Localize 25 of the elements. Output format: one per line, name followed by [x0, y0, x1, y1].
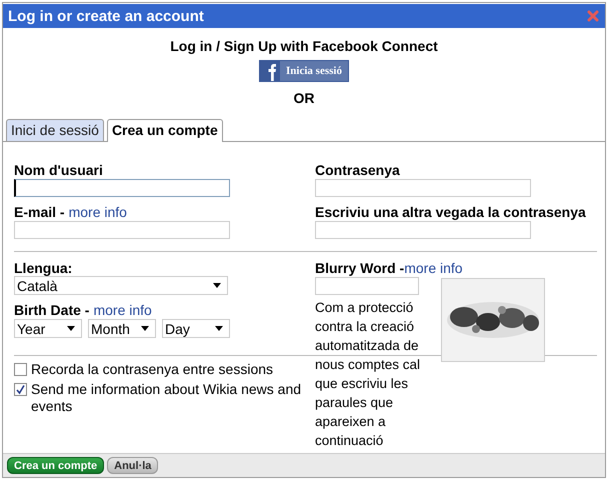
field-label: Contrasenya: [315, 162, 400, 178]
field-label: E-mail -: [14, 204, 65, 220]
facebook-login-button[interactable]: Inicia sessió: [259, 60, 349, 82]
tab[interactable]: Inici de sessió: [6, 119, 104, 141]
more-info-link[interactable]: more info: [68, 204, 127, 220]
field-label: Escriviu una altra vegada la contrasenya: [315, 204, 586, 220]
field-label: Birth Date -: [14, 302, 90, 318]
date-select[interactable]: Year: [14, 319, 82, 338]
checkbox-label: Send me information about Wikia news and events: [31, 381, 302, 415]
window-title: Log in or create an account: [8, 8, 204, 24]
cancel-button[interactable]: Anul·la: [107, 457, 158, 474]
date-select[interactable]: Day: [162, 319, 230, 338]
more-info-link[interactable]: more info: [404, 260, 463, 276]
date-select[interactable]: Month: [88, 319, 156, 338]
or-separator-text: OR: [294, 90, 314, 106]
field-label: Nom d'usuari: [14, 162, 103, 178]
checkbox-label: Recorda la contrasenya entre sessions: [31, 361, 274, 378]
field-label: Blurry Word -: [315, 260, 404, 276]
language-select[interactable]: Català: [14, 276, 228, 295]
tab[interactable]: Crea un compte: [106, 119, 223, 142]
captcha-instructions: Com a protecció contra la creació automatitzada de nous comptes cal que escriviu les paraules que apareixen a continuació: [315, 299, 422, 450]
field-label: Llengua:: [14, 260, 72, 276]
more-info-link[interactable]: more info: [93, 302, 152, 318]
create-account-button[interactable]: Crea un compte: [7, 457, 104, 474]
facebook-heading: Log in / Sign Up with Facebook Connect: [170, 38, 438, 54]
